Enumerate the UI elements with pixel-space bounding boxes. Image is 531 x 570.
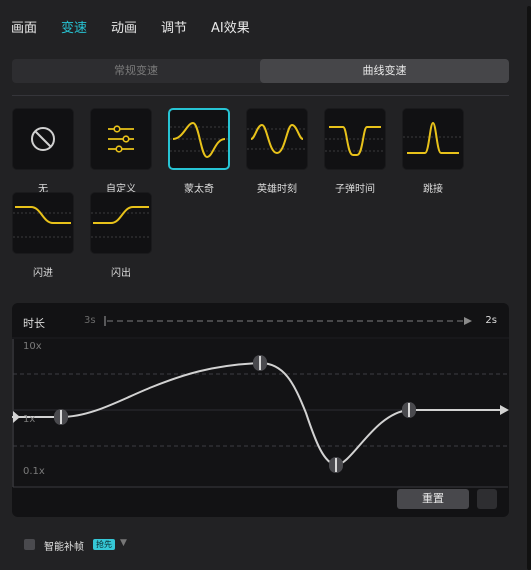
preset-label: 英雄时刻 [257,184,297,195]
curve-editor-panel: 时长 3s 2s 10x 1x 0.1x 重置 [12,303,509,517]
preset-hero-moment[interactable]: 英雄时刻 [246,108,308,195]
keyframe-handle [402,402,416,418]
preset-label: 闪进 [33,268,53,279]
reset-button[interactable]: 重置 [397,489,469,509]
divider [12,95,509,96]
scrollbar[interactable] [527,6,531,570]
preset-flash-out[interactable]: 闪出 [90,192,152,279]
speed-curve-graph[interactable] [12,303,509,517]
preset-bullet-time[interactable]: 子弹时间 [324,108,386,195]
keyframe-handle [253,355,267,371]
keyframe-handle [329,457,343,473]
tab-speed[interactable]: 变速 [61,17,87,36]
preset-label: 蒙太奇 [184,184,214,195]
preset-montage[interactable]: 蒙太奇 [168,108,230,195]
none-icon [12,108,74,170]
flash-out-curve-icon [90,192,152,254]
sliders-icon [90,108,152,170]
y-label-bottom: 0.1x [23,466,45,477]
speed-mode-toggle: 常规变速 曲线变速 [12,59,509,83]
preset-label: 子弹时间 [335,184,375,195]
preset-label: 闪出 [111,268,131,279]
chevron-down-icon[interactable]: ▼ [120,538,127,548]
tab-adjust[interactable]: 调节 [161,17,187,36]
tab-animation[interactable]: 动画 [111,17,137,36]
y-label-mid: 1x [23,414,36,425]
jump-cut-curve-icon [402,108,464,170]
keyframe-handle [54,409,68,425]
normal-speed-tab[interactable]: 常规变速 [12,59,260,83]
duration-arrow-head [464,317,472,325]
preset-flash-in[interactable]: 闪进 [12,192,74,279]
preset-jump-cut[interactable]: 跳接 [402,108,464,195]
tab-ai-effects[interactable]: AI效果 [211,17,250,36]
montage-curve-icon [168,108,230,170]
preset-custom[interactable]: 自定义 [90,108,152,195]
bullet-time-curve-icon [324,108,386,170]
top-tab-bar: 画面 变速 动画 调节 AI效果 [0,0,531,50]
more-button[interactable] [477,489,497,509]
smart-interpolation-label: 智能补帧 [44,542,84,553]
flash-in-curve-icon [12,192,74,254]
y-label-top: 10x [23,341,42,352]
tab-picture[interactable]: 画面 [11,17,37,36]
smart-interpolation-checkbox[interactable] [24,539,35,550]
curve-speed-tab[interactable]: 曲线变速 [260,59,509,83]
early-access-badge: 抢先 [93,539,115,550]
hero-moment-curve-icon [246,108,308,170]
preset-label: 跳接 [423,184,443,195]
preset-none[interactable]: 无 [12,108,74,195]
